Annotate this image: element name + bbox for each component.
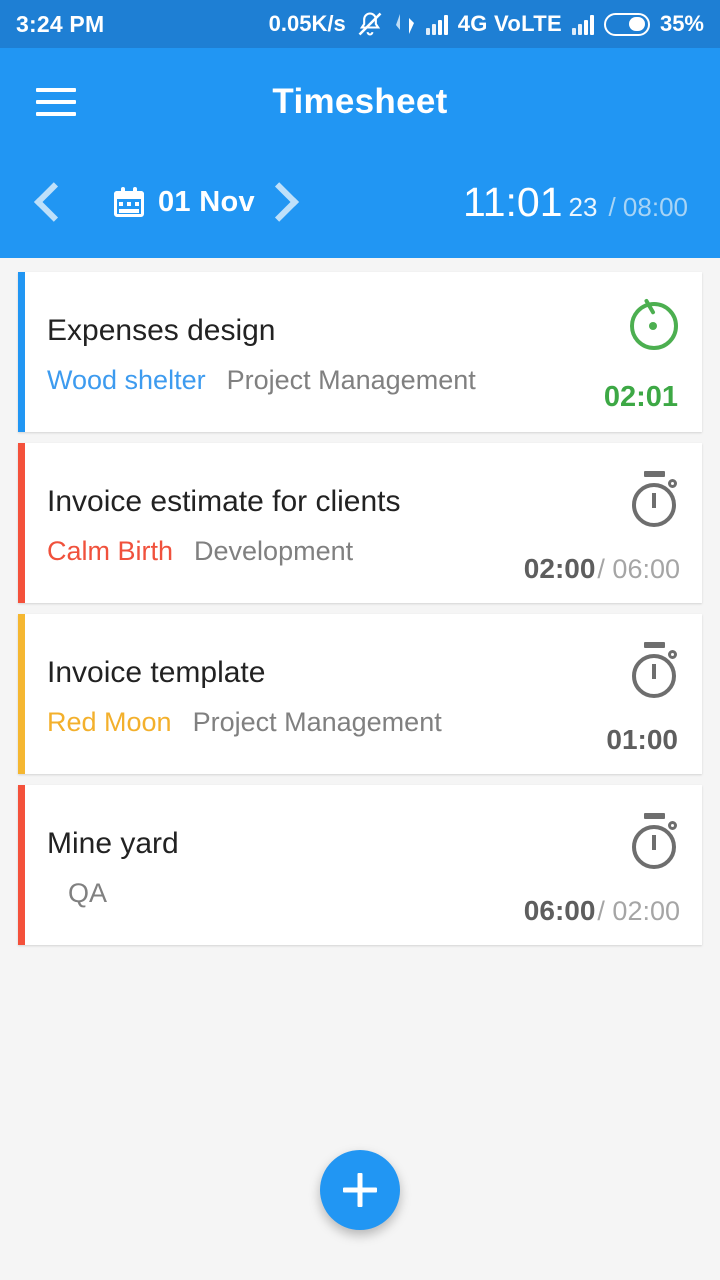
app-bar-top: Timesheet xyxy=(0,48,720,156)
timesheet-entry-list: Expenses design Wood shelter Project Man… xyxy=(0,258,720,945)
signal-bars-icon xyxy=(425,13,448,35)
bell-muted-icon xyxy=(356,10,384,38)
entry-timer-block: 02:00 / 06:00 xyxy=(524,465,680,585)
table-row[interactable]: Invoice estimate for clients Calm Birth … xyxy=(18,443,702,603)
previous-day-button[interactable] xyxy=(24,175,78,229)
entry-duration: 01:00 xyxy=(606,724,680,756)
total-tracked-seconds: 23 xyxy=(568,191,598,222)
entry-category: Project Management xyxy=(226,365,476,396)
entry-title: Expenses design xyxy=(47,313,276,347)
entry-category: QA xyxy=(68,878,108,909)
entry-meta: QA xyxy=(47,878,530,909)
hamburger-menu-icon[interactable] xyxy=(36,88,76,116)
entry-duration: 02:00 / 06:00 xyxy=(524,553,680,585)
entry-title: Invoice template xyxy=(47,655,266,689)
entry-text-block: Invoice estimate for clients Calm Birth … xyxy=(47,465,530,585)
timesheet-screen: 3:24 PM 0.05K/s 4G VoLTE 35% Timesheet 0… xyxy=(0,0,720,1280)
table-row[interactable]: Expenses design Wood shelter Project Man… xyxy=(18,272,702,432)
status-bar-icons: 0.05K/s 4G VoLTE 35% xyxy=(269,10,704,38)
status-bar: 3:24 PM 0.05K/s 4G VoLTE 35% xyxy=(0,0,720,48)
entry-time-estimate: / 06:00 xyxy=(597,554,680,584)
current-date-label: 01 Nov xyxy=(158,185,255,218)
day-total-summary: 11:01 23 / 08:00 xyxy=(463,179,696,226)
entry-time-spent: 02:00 xyxy=(523,553,596,584)
date-navigation-bar: 01 Nov 11:01 23 / 08:00 xyxy=(0,156,720,248)
entry-category: Development xyxy=(194,536,354,567)
entry-title: Mine yard xyxy=(47,826,179,860)
entry-project[interactable]: Calm Birth xyxy=(47,536,173,567)
add-entry-fab[interactable] xyxy=(320,1150,400,1230)
entry-duration: 06:00 / 02:00 xyxy=(524,895,680,927)
entry-accent-bar xyxy=(18,443,25,603)
entry-text-block: Expenses design Wood shelter Project Man… xyxy=(47,294,530,414)
entry-timer-block: 01:00 xyxy=(530,636,680,756)
entry-project[interactable]: Wood shelter xyxy=(47,365,206,396)
entry-meta: Calm Birth Development xyxy=(47,536,530,567)
entry-text-block: Invoice template Red Moon Project Manage… xyxy=(47,636,530,756)
timer-running-icon[interactable] xyxy=(628,298,680,356)
calendar-icon xyxy=(114,187,144,217)
entry-accent-bar xyxy=(18,614,25,774)
entry-category: Project Management xyxy=(192,707,442,738)
stopwatch-icon[interactable] xyxy=(628,640,680,698)
stopwatch-icon[interactable] xyxy=(628,811,680,869)
entry-meta: Red Moon Project Management xyxy=(47,707,530,738)
entry-title: Invoice estimate for clients xyxy=(47,484,401,518)
entry-content: Expenses design Wood shelter Project Man… xyxy=(25,272,702,432)
total-target-time: / 08:00 xyxy=(608,191,688,222)
entry-accent-bar xyxy=(18,272,25,432)
entry-text-block: Mine yard QA xyxy=(47,807,530,927)
entry-content: Invoice template Red Moon Project Manage… xyxy=(25,614,702,774)
entry-meta: Wood shelter Project Management xyxy=(47,365,530,396)
entry-time-spent: 02:01 xyxy=(603,381,678,413)
entry-timer-block: 06:00 / 02:00 xyxy=(524,807,680,927)
table-row[interactable]: Mine yard QA 06:00 / 02:00 xyxy=(18,785,702,945)
entry-content: Mine yard QA 06:00 / 02:00 xyxy=(25,785,702,945)
entry-time-spent: 01:00 xyxy=(606,724,678,755)
page-title: Timesheet xyxy=(272,82,448,121)
entry-project[interactable]: Red Moon xyxy=(47,707,172,738)
entry-time-estimate: / 02:00 xyxy=(597,896,680,926)
app-bar: Timesheet 01 Nov 11:01 23 / 08:00 xyxy=(0,48,720,258)
battery-icon xyxy=(603,12,650,36)
entry-timer-block: 02:01 xyxy=(530,294,680,414)
table-row[interactable]: Invoice template Red Moon Project Manage… xyxy=(18,614,702,774)
signal-bars-icon-secondary xyxy=(571,13,594,35)
next-day-button[interactable] xyxy=(255,175,309,229)
total-tracked-time: 11:01 xyxy=(462,178,563,225)
network-speed-label: 0.05K/s xyxy=(268,11,346,36)
entry-duration: 02:01 xyxy=(604,381,680,414)
network-type-label: 4G VoLTE xyxy=(457,11,562,36)
date-picker-button[interactable]: 01 Nov xyxy=(114,186,255,219)
entry-content: Invoice estimate for clients Calm Birth … xyxy=(25,443,702,603)
entry-accent-bar xyxy=(18,785,25,945)
status-bar-clock: 3:24 PM xyxy=(16,10,105,37)
battery-percent-label: 35% xyxy=(659,11,704,36)
data-transfer-icon xyxy=(394,12,416,36)
entry-time-spent: 06:00 xyxy=(523,895,596,926)
stopwatch-icon[interactable] xyxy=(628,469,680,527)
